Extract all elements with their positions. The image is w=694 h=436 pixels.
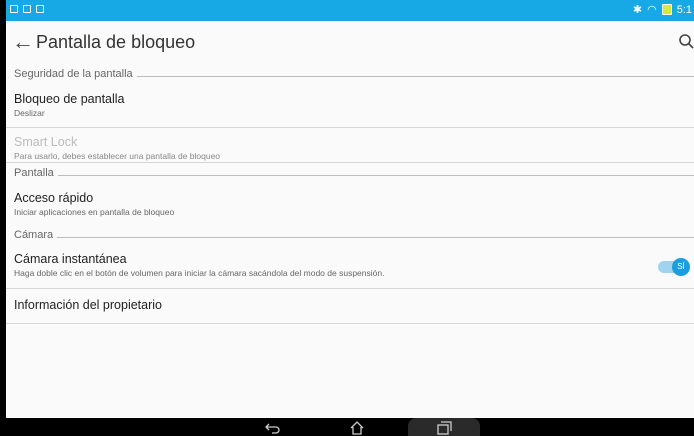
item-subtitle: Iniciar aplicaciones en pantalla de bloq…	[14, 207, 175, 217]
navigation-bar	[6, 418, 694, 436]
battery-icon	[661, 4, 672, 15]
page-title: Pantalla de bloqueo	[36, 32, 196, 52]
owner-info-item[interactable]: Información del propietario	[6, 289, 694, 324]
section-label: Pantalla	[14, 167, 58, 179]
back-arrow-icon[interactable]: ←	[12, 29, 34, 55]
notification-icons	[10, 5, 44, 13]
clock: 5:1	[676, 3, 692, 16]
recent-apps-icon[interactable]	[424, 420, 464, 436]
item-title: Acceso rápido	[14, 191, 94, 205]
notification-icon	[10, 5, 18, 13]
section-camera: Cámara	[6, 225, 694, 245]
item-title: Smart Lock	[14, 135, 78, 149]
instant-camera-toggle[interactable]: SÍ	[658, 258, 690, 276]
item-subtitle: Para usarlo, debes establecer una pantal…	[14, 151, 221, 161]
item-title: Información del propietario	[14, 298, 162, 312]
smart-lock-item: Smart Lock Para usarlo, debes establecer…	[6, 128, 694, 163]
home-nav-icon[interactable]	[337, 420, 377, 436]
wifi-icon: ◠	[647, 4, 657, 16]
status-icons: ✱ ◠ 5:1	[632, 3, 692, 17]
divider	[14, 175, 694, 176]
app-bar: ← Pantalla de bloqueo	[6, 21, 694, 64]
section-label: Cámara	[14, 229, 58, 241]
back-nav-icon[interactable]	[253, 420, 293, 436]
section-security: Seguridad de la pantalla	[6, 64, 694, 84]
toggle-knob: SÍ	[672, 258, 690, 276]
item-subtitle: Haga doble clic en el botón de volumen p…	[14, 268, 385, 278]
item-title: Cámara instantánea	[14, 252, 127, 266]
screen: ✱ ◠ 5:1 ← Pantalla de bloqueo Seguridad …	[6, 0, 694, 436]
screenshot-icon	[36, 5, 44, 13]
item-subtitle: Deslizar	[14, 108, 45, 118]
message-icon	[23, 5, 31, 13]
bluetooth-icon: ✱	[632, 4, 643, 16]
section-screen: Pantalla	[6, 163, 694, 183]
quick-access-item[interactable]: Acceso rápido Iniciar aplicaciones en pa…	[6, 183, 694, 225]
screen-lock-item[interactable]: Bloqueo de pantalla Deslizar	[6, 84, 694, 128]
divider	[14, 237, 694, 238]
settings-list: Seguridad de la pantalla Bloqueo de pant…	[6, 64, 694, 324]
status-bar: ✱ ◠ 5:1	[6, 0, 694, 21]
instant-camera-item[interactable]: Cámara instantánea Haga doble clic en el…	[6, 245, 694, 289]
section-label: Seguridad de la pantalla	[14, 68, 137, 80]
item-title: Bloqueo de pantalla	[14, 92, 125, 106]
search-icon[interactable]	[678, 33, 694, 49]
